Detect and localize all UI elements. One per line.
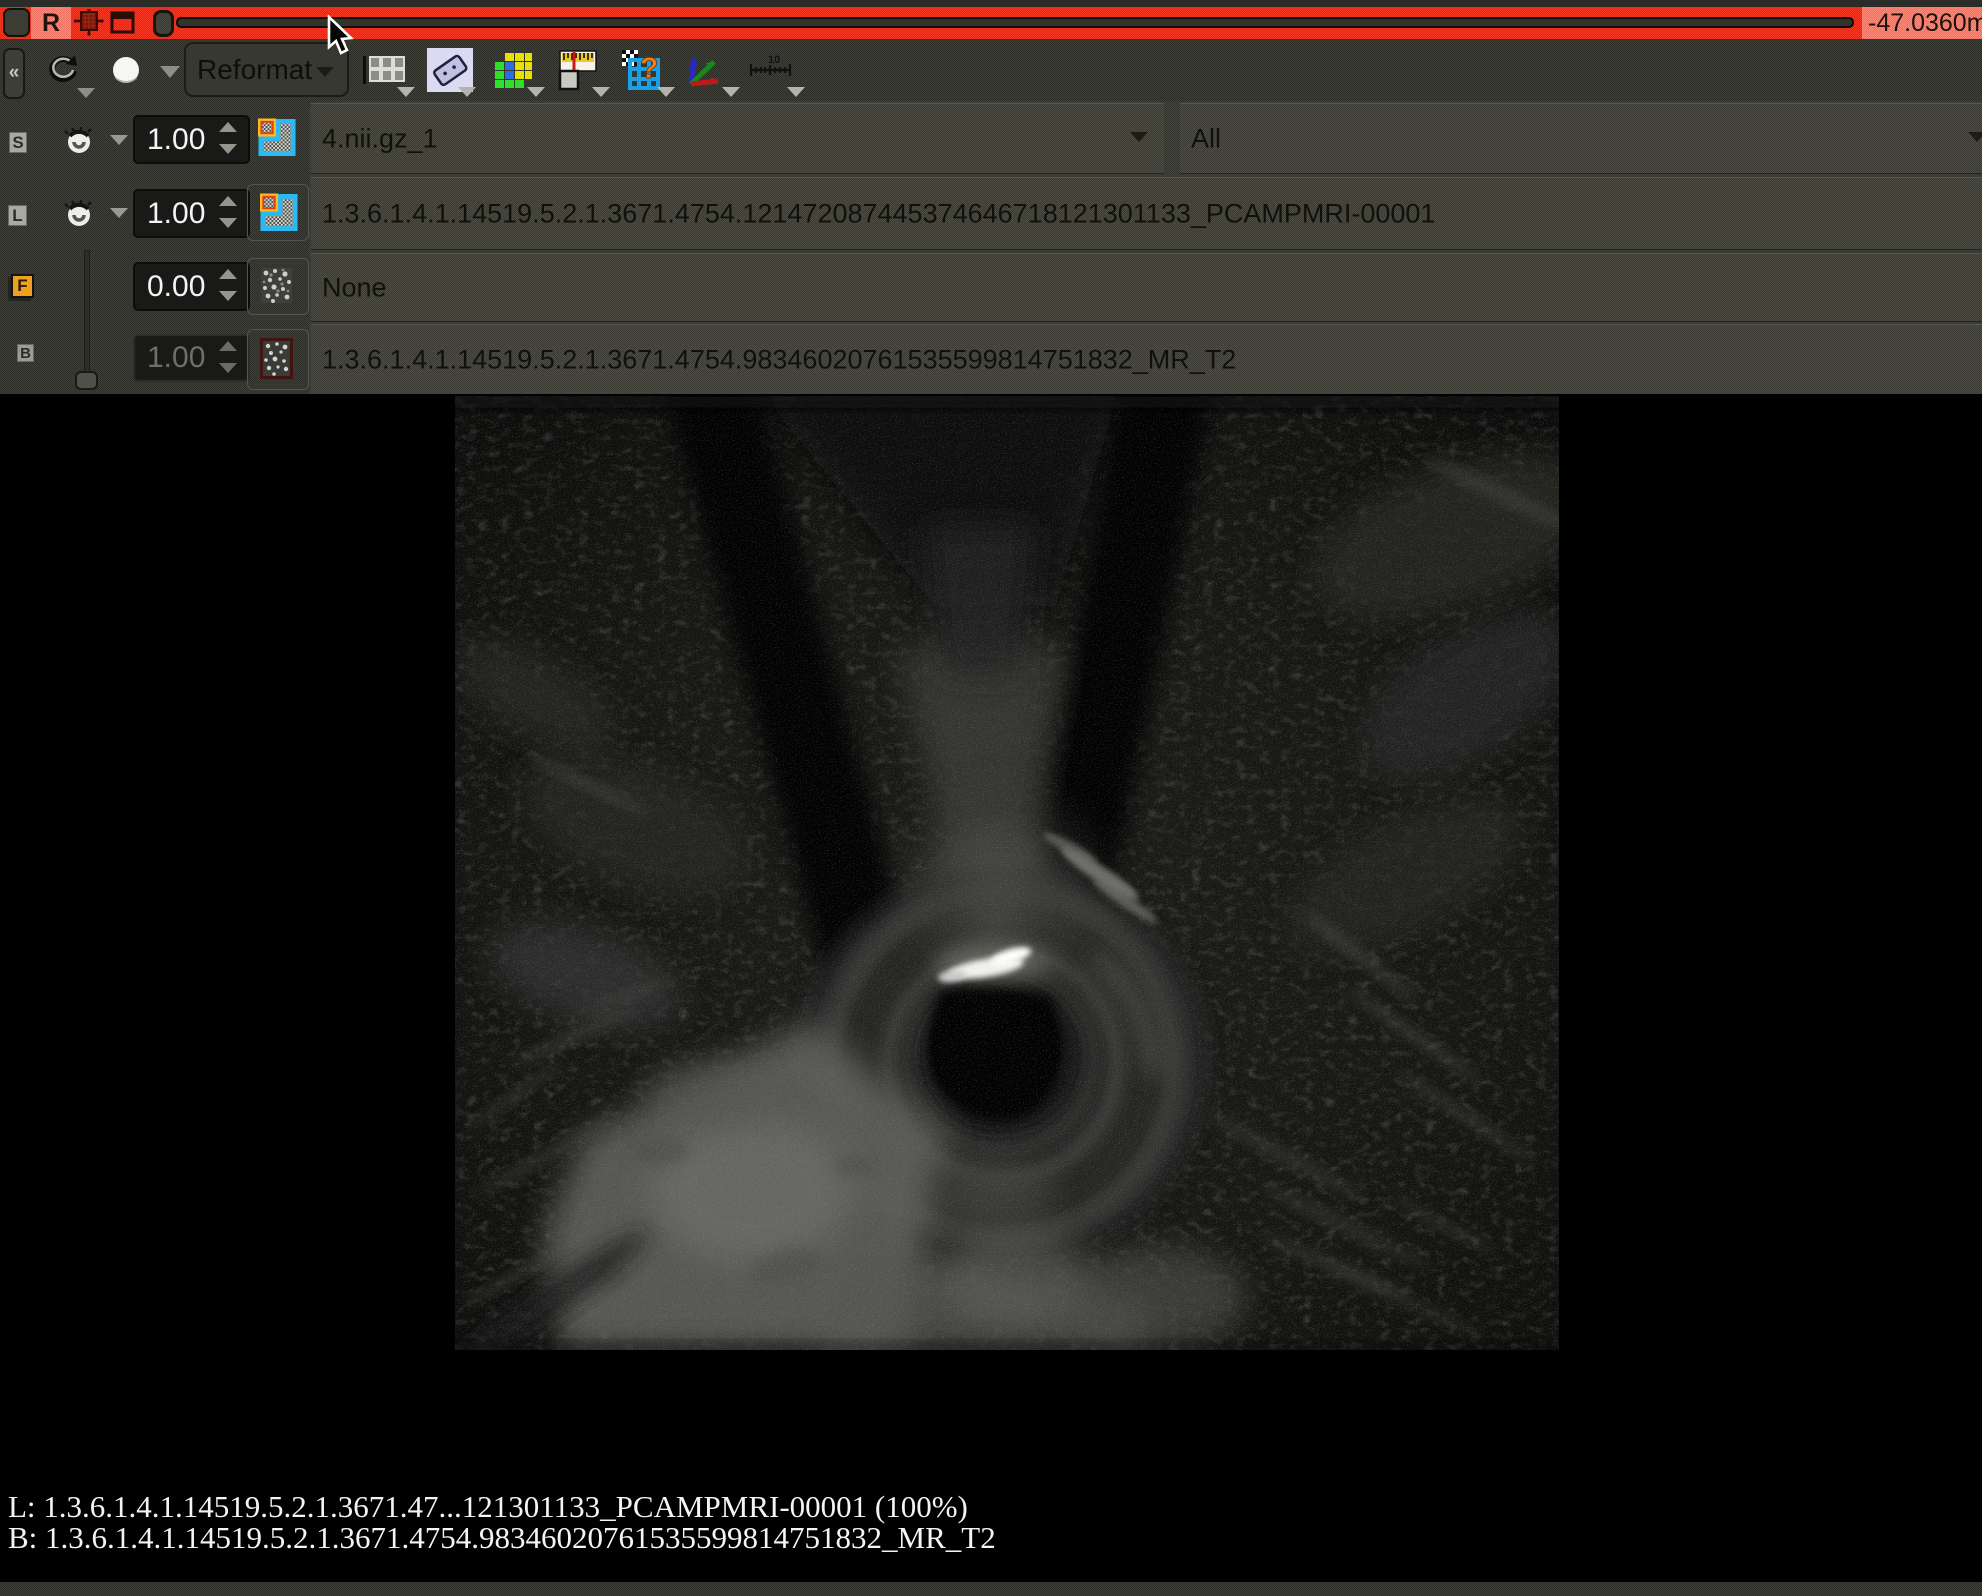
svg-text:10: 10 bbox=[768, 54, 780, 66]
svg-text:?: ? bbox=[640, 52, 658, 85]
